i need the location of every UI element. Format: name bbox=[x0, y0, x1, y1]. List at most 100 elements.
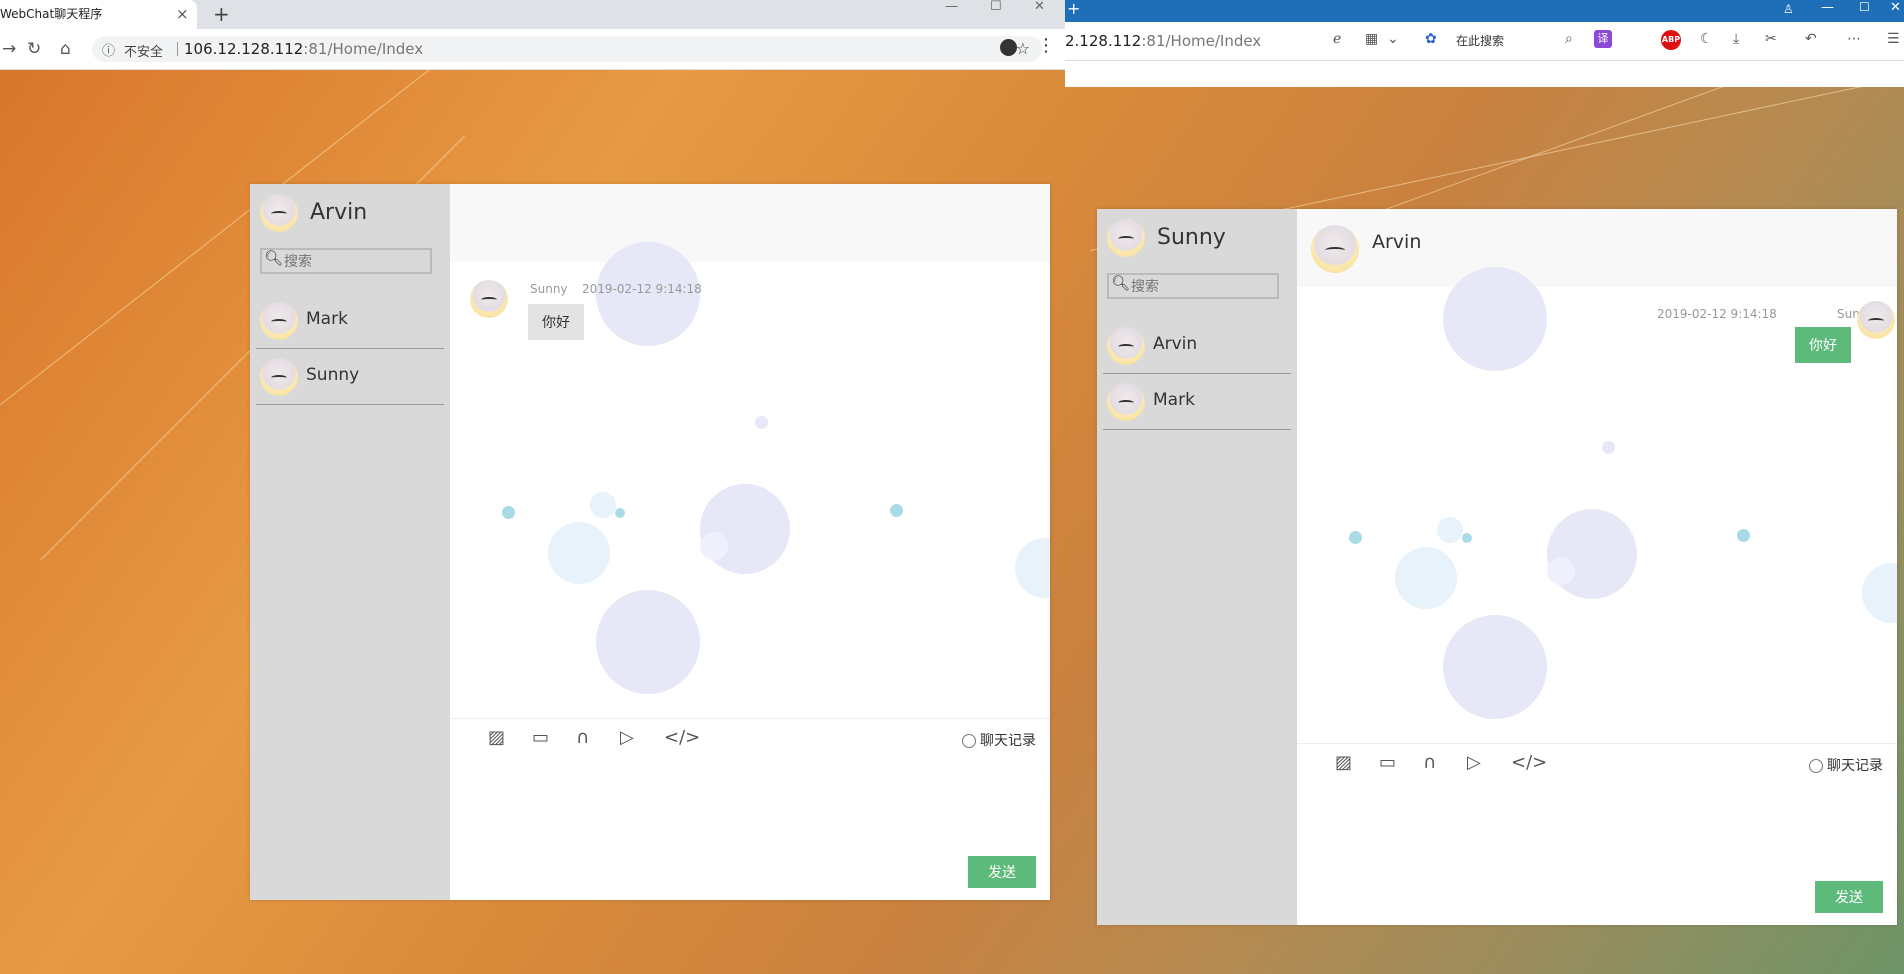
menu-dots-icon[interactable]: ⋮ bbox=[1037, 35, 1055, 56]
forward-icon[interactable]: → bbox=[2, 39, 16, 59]
contact-sidebar: Sunny 🔍︎ Arvin Mark bbox=[1097, 209, 1297, 925]
contact-avatar bbox=[1107, 327, 1145, 365]
baidu-paw-icon[interactable]: ✿ bbox=[1425, 31, 1437, 47]
decor-circle bbox=[548, 522, 610, 584]
security-label: 不安全 bbox=[124, 45, 164, 60]
browser-tab[interactable]: WebChat聊天程序 × bbox=[0, 0, 197, 29]
decor-circle bbox=[1395, 547, 1457, 609]
my-name: Arvin bbox=[310, 200, 368, 225]
night-mode-icon[interactable]: ☾ bbox=[1700, 31, 1713, 47]
contact-item[interactable]: Mark bbox=[256, 294, 444, 349]
search-icon: 🔍︎ bbox=[264, 249, 284, 267]
folder-icon[interactable]: ▭ bbox=[532, 727, 549, 748]
search-input[interactable] bbox=[1129, 277, 1273, 297]
clock-icon bbox=[1809, 759, 1823, 773]
my-avatar bbox=[260, 194, 298, 232]
decor-circle bbox=[1462, 533, 1472, 543]
contact-name: Mark bbox=[1153, 390, 1195, 410]
search-icon[interactable]: ⌕ bbox=[1565, 31, 1573, 47]
contact-avatar bbox=[260, 302, 298, 340]
download-icon[interactable]: ⤓ bbox=[1733, 31, 1739, 47]
favorites-bar bbox=[1065, 61, 1904, 87]
sender-avatar bbox=[1857, 301, 1895, 339]
contact-avatar bbox=[260, 358, 298, 396]
compose-toolbar: ▨ ▭ ∩ ▷ </> 聊天记录 bbox=[450, 718, 1050, 759]
reload-icon[interactable]: ↻ bbox=[27, 39, 41, 59]
new-tab-button[interactable]: + bbox=[213, 0, 230, 29]
url-host: 2.128.112 bbox=[1065, 32, 1142, 50]
contact-item[interactable]: Arvin bbox=[1103, 319, 1291, 374]
compose-input[interactable] bbox=[1297, 784, 1897, 884]
send-button[interactable]: 发送 bbox=[968, 856, 1036, 888]
contact-name: Sunny bbox=[306, 365, 360, 385]
scissors-icon[interactable]: ✂ bbox=[1765, 31, 1777, 47]
message-bubble: 你好 bbox=[1795, 327, 1851, 363]
ie-icon[interactable]: ℯ bbox=[1333, 31, 1341, 47]
video-icon[interactable]: ▷ bbox=[620, 727, 634, 748]
contact-name: Mark bbox=[306, 309, 348, 329]
close-window-icon[interactable]: ✕ bbox=[1034, 0, 1045, 14]
decor-circle bbox=[502, 506, 515, 519]
address-bar[interactable]: ⓘ 不安全 106.12.128.112:81/Home/Index ☆ bbox=[92, 36, 1042, 62]
info-circle-icon[interactable]: ⓘ bbox=[102, 40, 115, 59]
chevron-down-icon[interactable]: ⌄ bbox=[1387, 31, 1399, 47]
adblock-icon[interactable]: ABP bbox=[1661, 30, 1681, 50]
new-tab-icon[interactable]: + bbox=[1067, 0, 1080, 18]
image-icon[interactable]: ▨ bbox=[488, 727, 505, 748]
contact-item[interactable]: Mark bbox=[1103, 375, 1291, 430]
title-bar: + ♙ — ☐ ✕ bbox=[1065, 0, 1904, 22]
address-toolbar: → ↻ ⌂ ⓘ 不安全 106.12.128.112:81/Home/Index… bbox=[0, 29, 1065, 70]
minimize-icon[interactable]: — bbox=[1821, 0, 1834, 15]
code-icon[interactable]: </> bbox=[1511, 752, 1547, 773]
url-path: :81/Home/Index bbox=[303, 40, 424, 58]
translate-icon[interactable]: 译 bbox=[1594, 30, 1612, 48]
minimize-icon[interactable]: — bbox=[945, 0, 958, 14]
folder-icon[interactable]: ▭ bbox=[1379, 752, 1396, 773]
search-field[interactable]: 🔍︎ bbox=[1107, 273, 1279, 299]
decor-circle bbox=[1547, 509, 1637, 599]
undo-icon[interactable]: ↶ bbox=[1805, 31, 1817, 47]
search-input[interactable] bbox=[282, 252, 426, 272]
maximize-icon[interactable]: ☐ bbox=[990, 0, 1002, 14]
bookmark-star-icon[interactable]: ☆ bbox=[1016, 39, 1030, 58]
close-window-icon[interactable]: ✕ bbox=[1890, 0, 1901, 15]
grid-icon[interactable]: ▦ bbox=[1365, 31, 1378, 47]
history-button[interactable]: 聊天记录 bbox=[962, 730, 1036, 750]
search-label[interactable]: 在此搜索 bbox=[1456, 32, 1504, 49]
divider bbox=[177, 42, 178, 56]
url-text[interactable]: 2.128.112:81/Home/Index bbox=[1065, 32, 1261, 50]
video-icon[interactable]: ▷ bbox=[1467, 752, 1481, 773]
decor-circle bbox=[1547, 557, 1575, 585]
tab-strip: WebChat聊天程序 × + — ☐ ✕ bbox=[0, 0, 1065, 29]
contact-item[interactable]: Sunny bbox=[256, 350, 444, 405]
right-chat-app: Sunny 🔍︎ Arvin Mark Arvin 2019-02-12 9:1… bbox=[1097, 209, 1897, 925]
message-area: Sunny 2019-02-12 9:14:18 你好 bbox=[450, 242, 1050, 712]
contact-avatar bbox=[1311, 225, 1359, 273]
headphones-icon[interactable]: ∩ bbox=[1423, 752, 1436, 773]
maximize-icon[interactable]: ☐ bbox=[1859, 0, 1870, 14]
url-path: :81/Home/Index bbox=[1141, 32, 1262, 50]
message-sender: Sunny bbox=[530, 282, 568, 296]
message-time: 2019-02-12 9:14:18 bbox=[1657, 307, 1777, 321]
chat-header bbox=[450, 184, 1050, 262]
code-icon[interactable]: </> bbox=[664, 727, 700, 748]
image-icon[interactable]: ▨ bbox=[1335, 752, 1352, 773]
menu-icon[interactable]: ☰ bbox=[1887, 31, 1900, 47]
active-contact-name: Arvin bbox=[1372, 231, 1422, 253]
more-icon[interactable]: ⋯ bbox=[1847, 31, 1861, 47]
url-text[interactable]: 106.12.128.112:81/Home/Index bbox=[184, 40, 423, 58]
tab-title: WebChat聊天程序 bbox=[0, 7, 103, 21]
shirt-icon[interactable]: ♙ bbox=[1783, 2, 1794, 16]
contact-name: Arvin bbox=[1153, 334, 1198, 354]
compose-toolbar: ▨ ▭ ∩ ▷ </> 聊天记录 bbox=[1297, 743, 1897, 784]
address-toolbar: 2.128.112:81/Home/Index ℯ ▦ ⌄ ✿ 在此搜索 ⌕ 译… bbox=[1065, 22, 1904, 61]
compose-input[interactable] bbox=[450, 759, 1050, 859]
send-button[interactable]: 发送 bbox=[1815, 881, 1883, 913]
headphones-icon[interactable]: ∩ bbox=[576, 727, 589, 748]
account-icon[interactable] bbox=[1000, 39, 1017, 56]
tab-close-icon[interactable]: × bbox=[176, 0, 189, 29]
search-field[interactable]: 🔍︎ bbox=[260, 248, 432, 274]
decor-circle bbox=[1443, 267, 1547, 371]
home-icon[interactable]: ⌂ bbox=[60, 39, 71, 59]
history-button[interactable]: 聊天记录 bbox=[1809, 755, 1883, 775]
